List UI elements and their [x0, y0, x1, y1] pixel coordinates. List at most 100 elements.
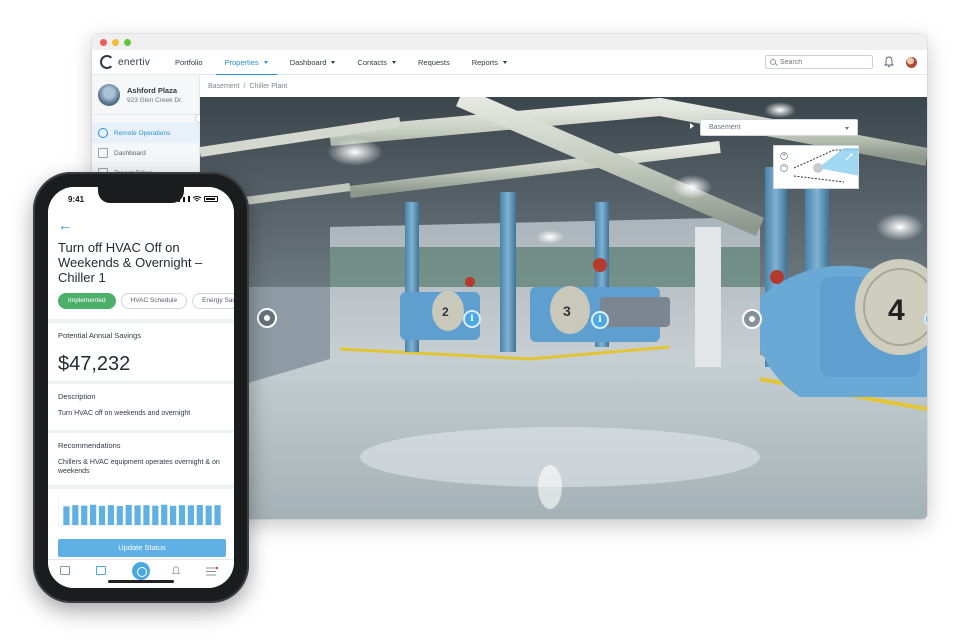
usage-bar	[161, 504, 168, 525]
nav-dashboard[interactable]: Dashboard	[279, 50, 347, 75]
chip-energy-savings[interactable]: Energy Savi	[192, 293, 234, 309]
recommendations-card: Recommendations Chillers & HVAC equipmen…	[48, 433, 234, 485]
breadcrumb-chiller-plant[interactable]: Chiller Plant	[249, 83, 287, 90]
usage-bar-chart	[58, 499, 224, 526]
search-icon	[770, 59, 776, 65]
status-time: 9:41	[68, 195, 85, 204]
usage-bar	[98, 505, 106, 525]
back-arrow-icon[interactable]: ←	[58, 217, 72, 233]
floor-panel-toggle-icon[interactable]	[690, 123, 694, 129]
nav-dashboard-label: Dashboard	[289, 57, 327, 67]
battery-icon	[204, 196, 218, 202]
sidebar-item-label: Dashboard	[114, 149, 146, 157]
chip-implemented[interactable]: Implemented	[58, 293, 116, 309]
description-card: Description Turn HVAC off on weekends an…	[48, 384, 234, 430]
chevron-down-icon	[392, 60, 397, 64]
chevron-down-icon	[263, 60, 268, 64]
nav-requests[interactable]: Requests	[407, 50, 461, 75]
description-label: Description	[58, 392, 96, 401]
recommendations-label: Recommendations	[58, 441, 121, 450]
usage-bar	[205, 505, 212, 525]
usage-bar	[214, 505, 221, 525]
search-input[interactable]	[780, 58, 868, 66]
zoom-out-button[interactable]: −	[780, 164, 788, 172]
chip-hvac-schedule[interactable]: HVAC Schedule	[120, 293, 188, 309]
home-indicator	[108, 580, 174, 583]
property-address: 923 Glen Creek Dr.	[127, 96, 183, 104]
nav-portfolio[interactable]: Portfolio	[164, 50, 214, 75]
window-titlebar	[92, 34, 927, 50]
nav-contacts[interactable]: Contacts	[346, 50, 407, 75]
usage-bar	[187, 505, 194, 525]
enertiv-logo-icon	[100, 55, 114, 69]
nav-portfolio-label: Portfolio	[175, 57, 203, 67]
info-hotspot-icon[interactable]: i	[591, 311, 609, 329]
tab-equipment-icon[interactable]	[132, 562, 150, 580]
usage-bar	[178, 505, 186, 525]
panorama-viewer[interactable]: 2 3 4 Basement + − i i	[200, 97, 927, 519]
savings-label: Potential Annual Savings	[58, 331, 141, 340]
nav-contacts-label: Contacts	[357, 57, 388, 67]
usage-bar	[63, 506, 70, 525]
breadcrumb-separator: /	[243, 82, 246, 90]
breadcrumb-basement[interactable]: Basement	[208, 83, 240, 90]
savings-value: $47,232	[58, 353, 131, 375]
logo-text: enertiv	[118, 56, 151, 68]
sidebar-item-dashboard[interactable]: Dashboard	[92, 143, 199, 163]
savings-card: Potential Annual Savings $47,232	[48, 323, 234, 381]
floor-select-dropdown[interactable]: Basement	[700, 119, 858, 136]
floor-minimap[interactable]: + −	[773, 145, 859, 189]
usage-bar	[107, 505, 114, 525]
minimize-window-button[interactable]	[112, 38, 119, 46]
usage-bar	[116, 506, 123, 525]
chevron-down-icon	[502, 60, 507, 64]
wifi-icon	[193, 196, 201, 202]
mobile-phone: 9:41 ← Turn off HVAC Off on Weekends & O…	[33, 172, 249, 603]
chiller-3-label: 3	[563, 303, 571, 319]
chevron-down-icon	[331, 60, 336, 64]
usage-bar	[72, 505, 79, 525]
nav-requests-label: Requests	[418, 57, 450, 67]
chiller-4-label: 4	[888, 294, 905, 327]
globe-icon	[98, 128, 108, 138]
bottom-tab-bar	[48, 559, 234, 588]
usage-bar	[81, 505, 88, 525]
breadcrumb: Basement / Chiller Plant	[200, 75, 927, 97]
bell-icon[interactable]	[884, 56, 894, 68]
top-navigation-bar: enertiv Portfolio Properties Dashboard C…	[92, 50, 927, 76]
info-hotspot-icon[interactable]: i	[463, 310, 481, 328]
usage-bar	[134, 505, 141, 525]
composite-stage: enertiv Portfolio Properties Dashboard C…	[0, 0, 960, 640]
tab-notifications-icon[interactable]	[171, 566, 181, 576]
update-status-button[interactable]: Update Status	[58, 539, 226, 557]
search-box[interactable]	[765, 55, 873, 69]
nav-properties-label: Properties	[224, 57, 259, 67]
property-thumbnail	[98, 83, 120, 106]
tab-home-icon[interactable]	[60, 566, 70, 575]
nav-reports[interactable]: Reports	[461, 50, 518, 75]
floor-select-value: Basement	[709, 124, 741, 131]
signal-icon	[188, 196, 190, 202]
tab-recommendations-icon[interactable]	[96, 566, 106, 575]
usage-bar	[143, 505, 150, 525]
chiller-2-label: 2	[442, 305, 449, 319]
maximize-window-button[interactable]	[124, 38, 131, 46]
recommendations-text: Chillers & HVAC equipment operates overn…	[58, 459, 220, 475]
description-text: Turn HVAC off on weekends and overnight	[58, 410, 191, 417]
navigation-hotspot[interactable]	[257, 308, 277, 328]
property-header[interactable]: Ashford Plaza 923 Glen Creek Dr.	[92, 75, 199, 115]
user-avatar[interactable]	[906, 57, 917, 68]
phone-notch	[98, 187, 184, 203]
close-window-button[interactable]	[100, 38, 107, 46]
recommendation-title: Turn off HVAC Off on Weekends & Overnigh…	[58, 240, 203, 285]
usage-bar	[152, 505, 159, 525]
sidebar-item-remote-operations[interactable]: Remote Operations	[92, 123, 199, 143]
navigation-hotspot[interactable]	[742, 309, 762, 329]
nav-properties[interactable]: Properties	[214, 50, 279, 76]
property-name: Ashford Plaza	[127, 85, 178, 95]
enertiv-logo[interactable]: enertiv	[100, 55, 164, 69]
zoom-in-button[interactable]: +	[780, 152, 788, 160]
sidebar-item-label: Remote Operations	[114, 129, 171, 137]
tab-menu-icon[interactable]	[206, 567, 218, 576]
phone-screen: 9:41 ← Turn off HVAC Off on Weekends & O…	[48, 187, 234, 588]
